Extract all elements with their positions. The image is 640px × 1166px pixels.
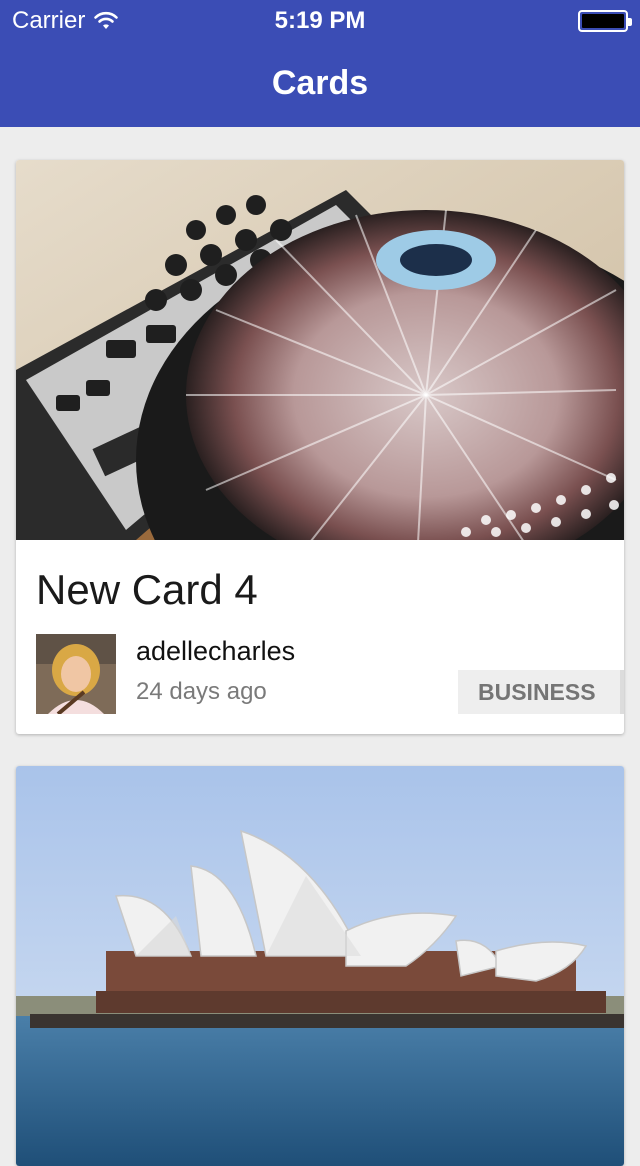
card-image-opera-house	[16, 766, 624, 1166]
battery-icon	[578, 10, 632, 32]
status-bar: Carrier 5:19 PM	[0, 0, 640, 40]
card-image-turntable	[16, 160, 624, 540]
post-timestamp: 24 days ago	[136, 678, 267, 705]
card[interactable]	[16, 766, 624, 1166]
status-time: 5:19 PM	[274, 7, 366, 34]
author-name[interactable]: adellecharles	[136, 636, 295, 667]
category-badge[interactable]: BUSINESS	[458, 670, 624, 714]
card-title: New Card 4	[36, 566, 258, 613]
card[interactable]: New Card 4 adellecharles 24 days ago BUS…	[16, 160, 624, 734]
avatar[interactable]	[36, 634, 116, 714]
page-title: Cards	[271, 64, 369, 102]
app-header: Carrier 5:19 PM Cards	[0, 0, 640, 127]
